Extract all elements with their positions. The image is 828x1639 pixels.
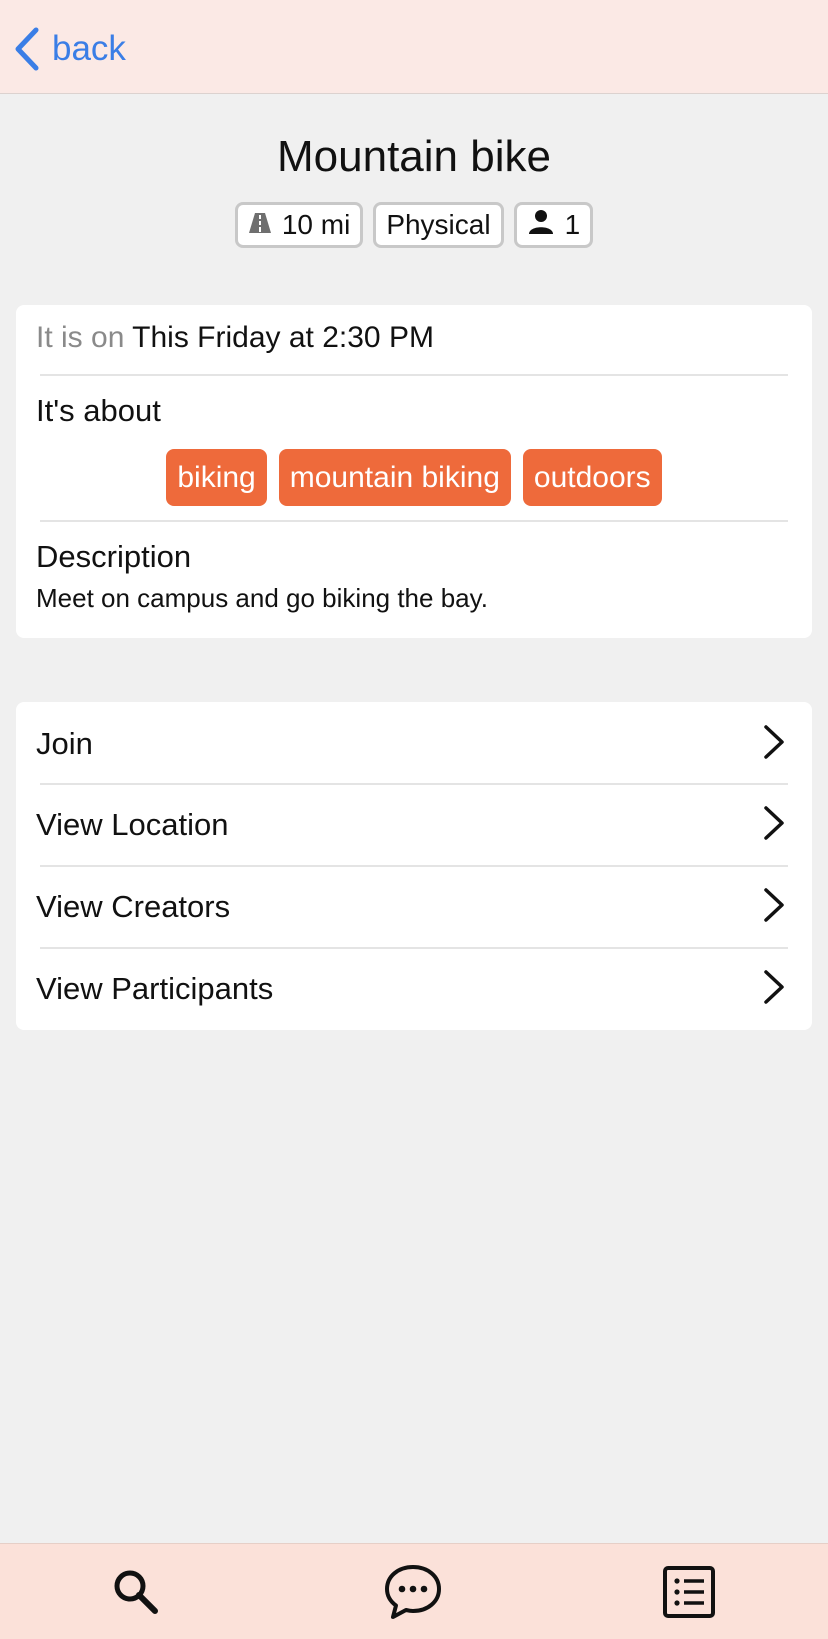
tag-mountain-biking[interactable]: mountain biking	[278, 449, 511, 506]
action-label: Join	[36, 726, 93, 761]
divider	[40, 374, 788, 376]
description-label: Description	[36, 539, 192, 574]
back-button[interactable]: back	[14, 24, 126, 74]
join-button[interactable]: Join	[16, 704, 812, 784]
road-icon	[248, 209, 272, 241]
datetime-value: This Friday at 2:30 PM	[132, 321, 434, 354]
participants-chip: 1	[513, 202, 594, 248]
back-label: back	[52, 29, 126, 68]
tag-list: biking mountain biking outdoors	[16, 449, 812, 506]
category-value: Physical	[386, 209, 491, 240]
distance-value: 10 mi	[281, 209, 351, 240]
action-label: View Creators	[36, 889, 231, 924]
chevron-right-icon	[762, 805, 786, 846]
description-text: Meet on campus and go biking the bay.	[36, 583, 488, 613]
divider	[40, 520, 788, 522]
action-label: View Participants	[36, 971, 274, 1006]
tag-outdoors[interactable]: outdoors	[522, 449, 662, 506]
distance-chip: 10 mi	[234, 202, 364, 248]
view-creators-button[interactable]: View Creators	[16, 867, 812, 947]
bottom-tab-bar	[0, 1543, 828, 1639]
datetime-row: It is on This Friday at 2:30 PM	[36, 321, 434, 355]
tab-list[interactable]	[658, 1564, 720, 1624]
tab-search[interactable]	[106, 1564, 166, 1624]
view-participants-button[interactable]: View Participants	[16, 949, 812, 1029]
tab-chat[interactable]	[382, 1564, 444, 1624]
search-icon	[111, 1567, 161, 1622]
person-icon	[527, 209, 555, 242]
action-label: View Location	[36, 807, 229, 842]
chevron-right-icon	[762, 887, 786, 928]
actions-card: Join View Location View Creators View Pa…	[16, 702, 812, 1030]
chevron-right-icon	[762, 724, 786, 765]
tag-biking[interactable]: biking	[166, 449, 267, 506]
datetime-prefix: It is on	[36, 321, 125, 354]
top-bar: back	[0, 0, 828, 94]
chevron-right-icon	[762, 969, 786, 1010]
event-info-card: It is on This Friday at 2:30 PM It's abo…	[16, 305, 812, 638]
event-title: Mountain bike	[277, 132, 551, 181]
about-label: It's about	[36, 393, 161, 428]
category-chip: Physical	[373, 202, 504, 248]
participants-count: 1	[564, 209, 581, 240]
view-location-button[interactable]: View Location	[16, 785, 812, 865]
chat-bubble-icon	[383, 1563, 443, 1626]
chevron-left-icon	[14, 27, 40, 71]
event-chips: 10 mi Physical 1	[0, 202, 828, 248]
list-icon	[662, 1565, 716, 1624]
